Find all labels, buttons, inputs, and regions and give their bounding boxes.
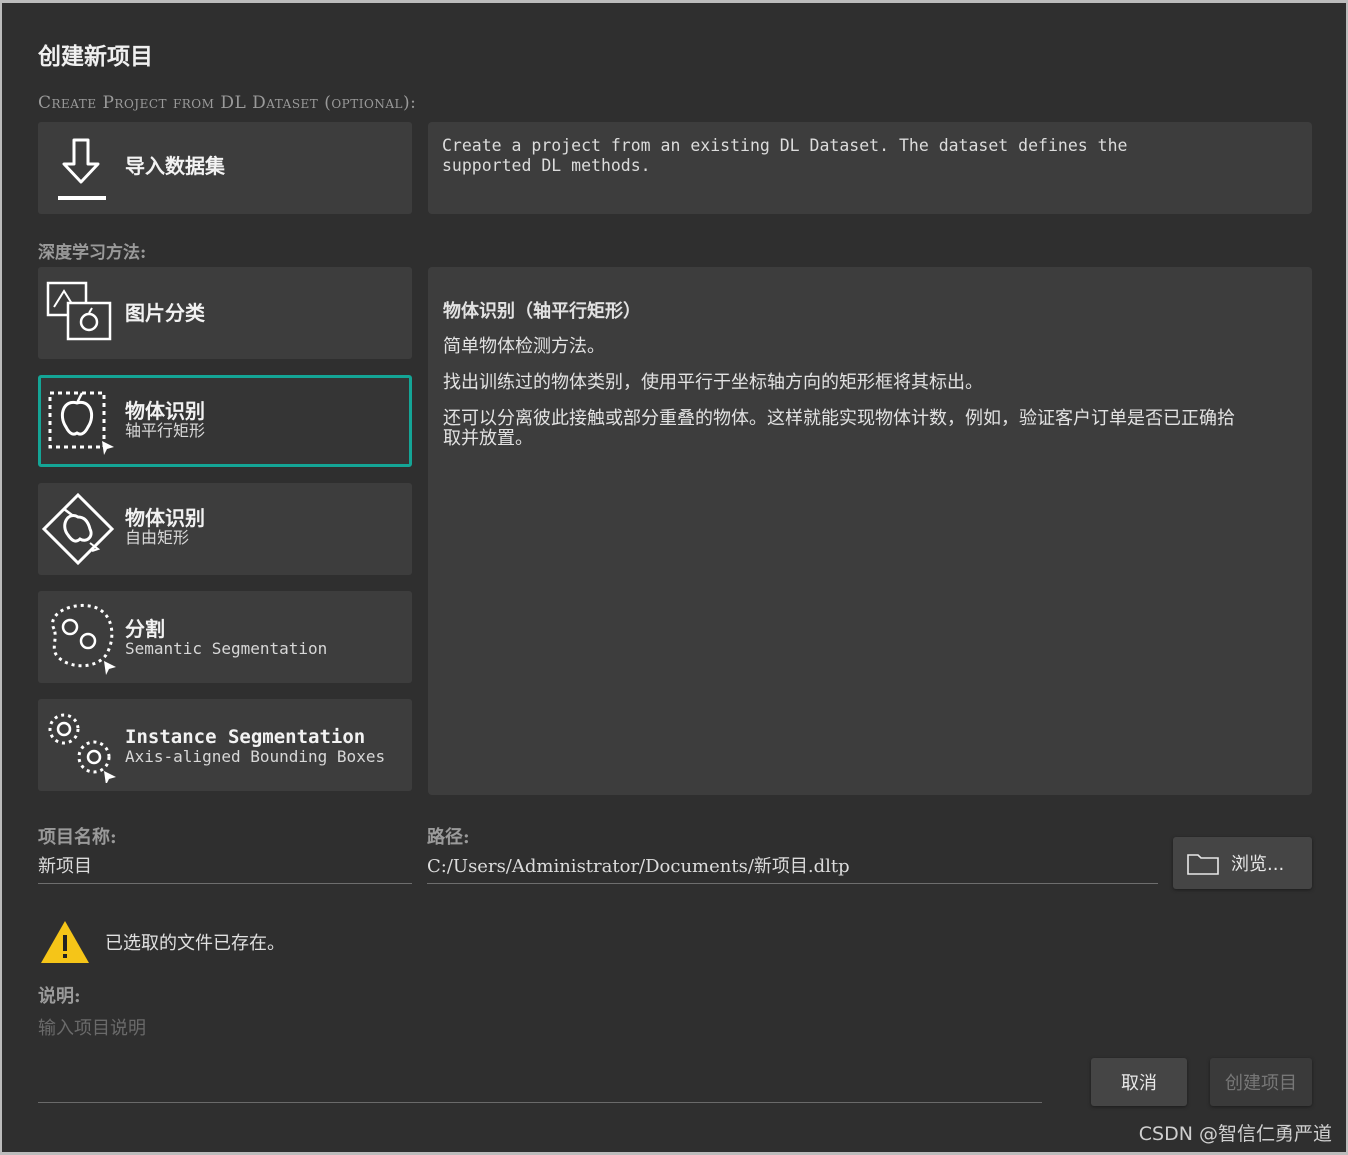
import-dataset-label: 导入数据集 — [125, 154, 225, 178]
method-card-object-detection-rotated[interactable]: 物体识别 自由矩形 — [38, 483, 412, 575]
method-label-sub: 轴平行矩形 — [125, 421, 206, 440]
method-label-main: 分割 — [125, 617, 165, 641]
project-name-input[interactable]: 新项目 — [38, 852, 412, 884]
method-description-panel: 物体识别（轴平行矩形） 简单物体检测方法。 找出训练过的物体类别，使用平行于坐标… — [428, 267, 1312, 795]
browse-button[interactable]: 浏览... — [1173, 837, 1312, 889]
create-project-button[interactable]: 创建项目 — [1210, 1058, 1312, 1106]
watermark: CSDN @智信仁勇严道 — [1138, 1123, 1332, 1145]
download-arrow-icon — [58, 138, 106, 200]
method-card-instance-segmentation[interactable]: Instance Segmentation Axis-aligned Bound… — [38, 699, 412, 791]
import-description-panel: Create a project from an existing DL Dat… — [428, 122, 1312, 214]
object-detection-axis-aligned-icon — [48, 391, 114, 455]
method-label-main: 物体识别 — [125, 506, 205, 530]
methods-label: 深度学习方法: — [38, 243, 147, 263]
import-dataset-button[interactable]: 导入数据集 — [38, 122, 412, 214]
import-section-label: Create Project from DL Dataset (optional… — [38, 93, 417, 113]
method-description-heading: 物体识别（轴平行矩形） — [443, 301, 641, 322]
instance-segmentation-icon — [48, 713, 116, 783]
description-underline — [38, 1102, 1042, 1103]
warning-message: 已选取的文件已存在。 — [105, 933, 285, 954]
create-project-dialog: 创建新项目 Create Project from DL Dataset (op… — [2, 3, 1346, 1152]
method-card-object-detection-axis-aligned[interactable]: 物体识别 轴平行矩形 — [38, 375, 412, 467]
method-card-image-classification[interactable]: 图片分类 — [38, 267, 412, 359]
browse-label: 浏览... — [1231, 854, 1285, 875]
method-label-sub: Semantic Segmentation — [125, 639, 328, 658]
description-label: 说明: — [38, 986, 81, 1007]
path-input[interactable]: C:/Users/Administrator/Documents/新项目.dlt… — [427, 852, 1158, 884]
path-label: 路径: — [427, 827, 470, 848]
method-label-main: 物体识别 — [125, 399, 205, 423]
import-description: Create a project from an existing DL Dat… — [442, 136, 1128, 175]
method-label-sub: 自由矩形 — [125, 528, 190, 547]
method-label-main: Instance Segmentation — [125, 726, 366, 748]
method-description-paragraph: 简单物体检测方法。 — [443, 336, 605, 357]
warning-icon — [41, 921, 89, 963]
method-label-main: 图片分类 — [125, 301, 205, 325]
description-input[interactable]: 输入项目说明 — [38, 1014, 146, 1040]
dialog-title: 创建新项目 — [38, 44, 153, 70]
object-detection-rotated-icon — [41, 492, 115, 566]
method-description-paragraph: 找出训练过的物体类别，使用平行于坐标轴方向的矩形框将其标出。 — [443, 372, 983, 393]
method-card-semantic-segmentation[interactable]: 分割 Semantic Segmentation — [38, 591, 412, 683]
cancel-button[interactable]: 取消 — [1091, 1058, 1187, 1106]
image-classification-icon — [46, 281, 112, 341]
folder-icon — [1187, 854, 1219, 875]
project-name-label: 项目名称: — [38, 827, 117, 848]
semantic-segmentation-icon — [51, 604, 116, 675]
method-description-paragraph: 还可以分离彼此接触或部分重叠的物体。这样就能实现物体计数，例如，验证客户订单是否… — [443, 408, 1235, 449]
method-label-sub: Axis-aligned Bounding Boxes — [125, 747, 386, 766]
